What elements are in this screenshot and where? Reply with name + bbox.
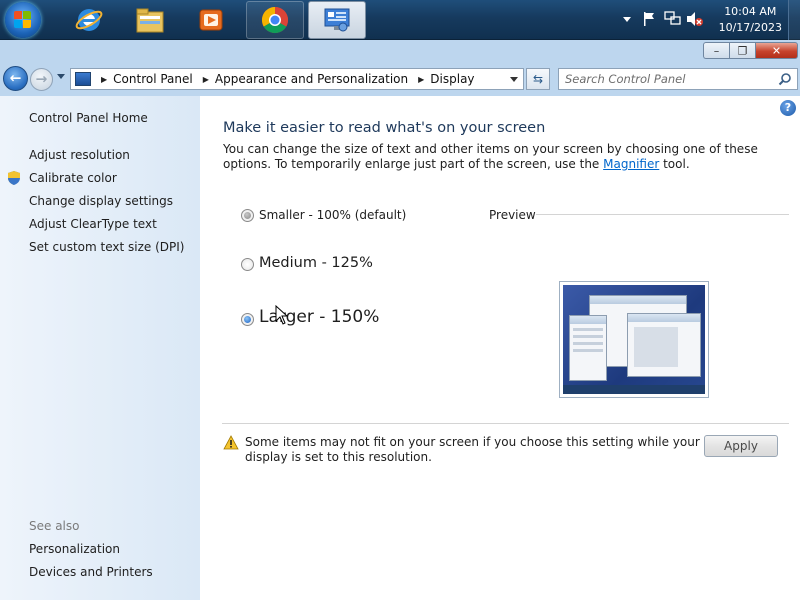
control-panel-window: – ❐ ✕ ← → ▶ Control Panel ▶ Appearance a… bbox=[0, 40, 800, 600]
apply-button[interactable]: Apply bbox=[704, 435, 778, 457]
adjust-resolution-link[interactable]: Adjust resolution bbox=[29, 148, 130, 162]
personalization-link[interactable]: Personalization bbox=[29, 542, 120, 556]
page-description: You can change the size of text and othe… bbox=[223, 142, 768, 172]
taskbar-explorer-button[interactable] bbox=[121, 1, 179, 39]
warning-text: Some items may not fit on your screen if… bbox=[245, 435, 700, 464]
ie-icon bbox=[75, 9, 103, 31]
description-tail: tool. bbox=[659, 157, 690, 171]
magnifier-link[interactable]: Magnifier bbox=[603, 157, 659, 171]
refresh-icon: ⇆ bbox=[532, 72, 544, 86]
option-smaller-label: Smaller - 100% (default) bbox=[259, 208, 407, 222]
network-icon[interactable] bbox=[664, 11, 682, 27]
custom-text-size-link[interactable]: Set custom text size (DPI) bbox=[29, 240, 184, 254]
control-panel-icon bbox=[324, 8, 350, 32]
radio-smaller[interactable] bbox=[241, 208, 254, 222]
clock-time: 10:04 AM bbox=[724, 5, 777, 18]
chrome-icon bbox=[261, 6, 289, 34]
forward-button[interactable]: → bbox=[30, 68, 53, 91]
option-medium[interactable]: Medium - 125% bbox=[241, 255, 373, 271]
close-button[interactable]: ✕ bbox=[755, 42, 798, 59]
back-button[interactable]: ← bbox=[3, 66, 28, 91]
breadcrumb-display[interactable]: Display bbox=[430, 72, 474, 86]
clock-date: 10/17/2023 bbox=[718, 21, 782, 34]
show-hidden-icons-icon[interactable] bbox=[622, 14, 632, 24]
uac-shield-icon bbox=[8, 171, 20, 185]
adjust-cleartype-link[interactable]: Adjust ClearType text bbox=[29, 217, 157, 231]
preview-taskbar bbox=[563, 385, 705, 394]
breadcrumb-control-panel[interactable]: Control Panel bbox=[113, 72, 193, 86]
preview-window-front bbox=[627, 313, 701, 377]
breadcrumb-separator-icon[interactable]: ▶ bbox=[203, 75, 209, 84]
minimize-button[interactable]: – bbox=[703, 42, 729, 59]
preview-image bbox=[559, 281, 709, 398]
system-tray: 10:04 AM 10/17/2023 bbox=[600, 0, 800, 40]
page-title: Make it easier to read what's on your sc… bbox=[223, 120, 546, 136]
section-divider bbox=[222, 423, 789, 424]
preview-window-left bbox=[569, 315, 607, 381]
option-larger[interactable]: Larger - 150% bbox=[241, 307, 379, 327]
close-icon: ✕ bbox=[771, 44, 782, 57]
control-panel-home-link[interactable]: Control Panel Home bbox=[29, 111, 148, 125]
taskbar-control-panel-button[interactable] bbox=[308, 1, 366, 39]
preview-screen bbox=[563, 285, 705, 394]
search-box[interactable] bbox=[558, 68, 798, 90]
volume-muted-icon[interactable] bbox=[686, 11, 704, 27]
radio-larger[interactable] bbox=[241, 312, 254, 326]
address-bar[interactable]: ▶ Control Panel ▶ Appearance and Persona… bbox=[70, 68, 524, 90]
task-pane: Control Panel Home Adjust resolution Cal… bbox=[0, 96, 200, 600]
mouse-pointer-icon bbox=[275, 305, 289, 325]
media-player-icon bbox=[199, 9, 223, 31]
taskbar-chrome-button[interactable] bbox=[246, 1, 304, 39]
windows-flag-icon bbox=[14, 11, 32, 29]
search-icon[interactable] bbox=[778, 72, 792, 86]
breadcrumb: ▶ Control Panel ▶ Appearance and Persona… bbox=[91, 72, 475, 86]
breadcrumb-separator-icon[interactable]: ▶ bbox=[101, 75, 107, 84]
recent-pages-dropdown-icon[interactable] bbox=[57, 74, 65, 79]
calibrate-color-link[interactable]: Calibrate color bbox=[29, 171, 117, 185]
maximize-button[interactable]: ❐ bbox=[729, 42, 755, 59]
folder-icon bbox=[136, 8, 164, 33]
clock[interactable]: 10:04 AM 10/17/2023 bbox=[719, 4, 782, 36]
start-button[interactable] bbox=[5, 2, 41, 38]
preview-label: Preview bbox=[489, 208, 536, 222]
minimize-icon: – bbox=[713, 44, 720, 57]
caption-buttons: – ❐ ✕ bbox=[703, 42, 798, 59]
option-medium-label: Medium - 125% bbox=[259, 255, 373, 271]
change-display-settings-link[interactable]: Change display settings bbox=[29, 194, 173, 208]
search-input[interactable] bbox=[565, 69, 775, 89]
address-dropdown-icon[interactable] bbox=[510, 77, 518, 82]
option-smaller[interactable]: Smaller - 100% (default) bbox=[241, 208, 406, 222]
breadcrumb-separator-icon[interactable]: ▶ bbox=[418, 75, 424, 84]
preview-divider bbox=[536, 214, 789, 215]
warning-icon bbox=[223, 435, 239, 450]
taskbar-ie-button[interactable] bbox=[60, 1, 118, 39]
show-desktop-button[interactable] bbox=[788, 0, 800, 40]
refresh-button[interactable]: ⇆ bbox=[526, 68, 550, 90]
forward-arrow-icon: → bbox=[35, 71, 48, 88]
see-also-heading: See also bbox=[29, 519, 80, 533]
radio-medium[interactable] bbox=[241, 257, 254, 271]
action-center-flag-icon[interactable] bbox=[642, 11, 656, 27]
breadcrumb-appearance[interactable]: Appearance and Personalization bbox=[215, 72, 408, 86]
taskbar-media-player-button[interactable] bbox=[182, 1, 240, 39]
main-content: ? Make it easier to read what's on your … bbox=[200, 96, 800, 600]
help-icon[interactable]: ? bbox=[780, 100, 796, 116]
restore-icon: ❐ bbox=[737, 44, 748, 57]
navigation-bar: ← → ▶ Control Panel ▶ Appearance and Per… bbox=[0, 64, 800, 94]
control-panel-small-icon bbox=[75, 72, 91, 86]
taskbar: 10:04 AM 10/17/2023 bbox=[0, 0, 800, 40]
devices-and-printers-link[interactable]: Devices and Printers bbox=[29, 565, 153, 579]
back-arrow-icon: ← bbox=[9, 70, 22, 87]
